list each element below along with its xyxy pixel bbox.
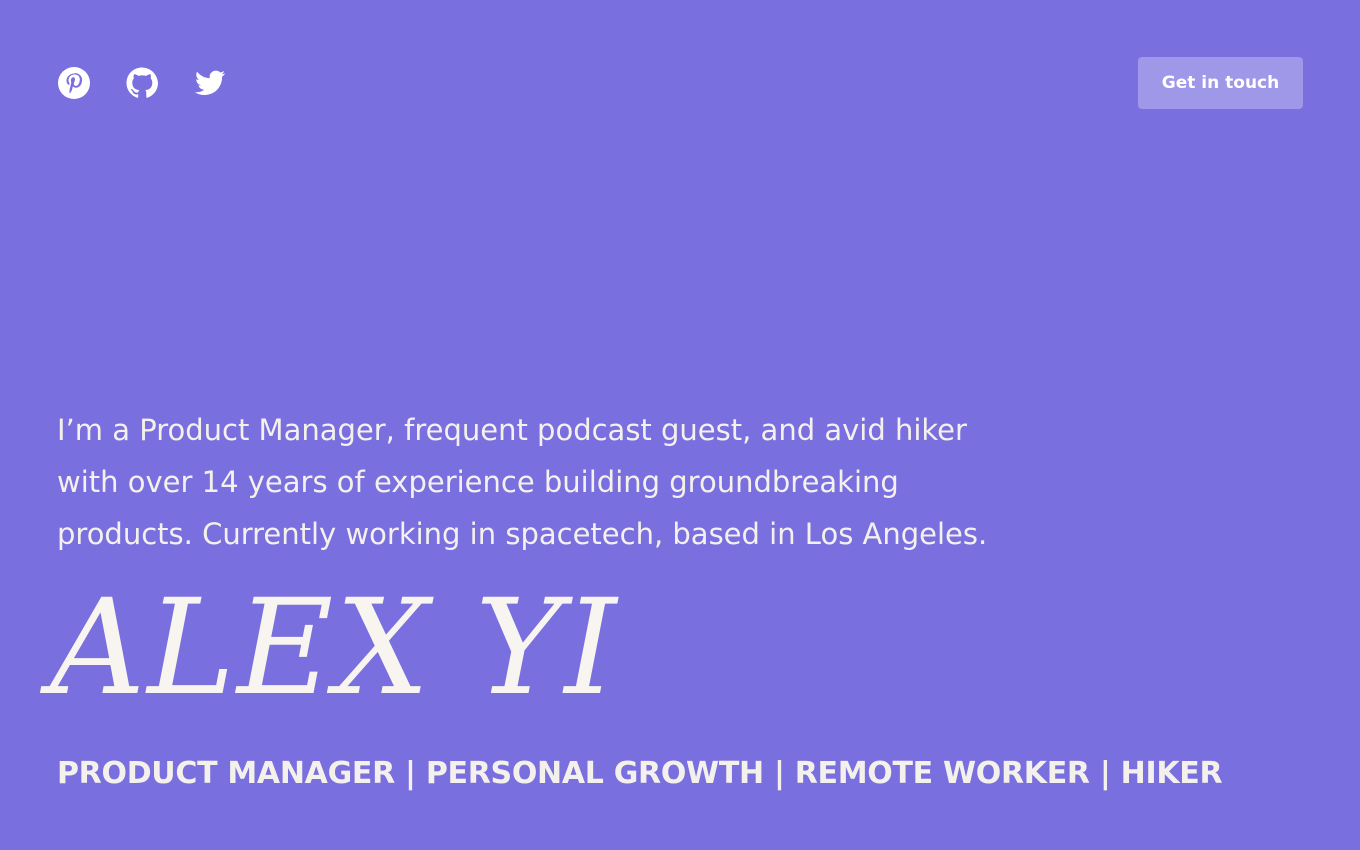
pinterest-link[interactable] [57,66,91,100]
intro-line: I’m a Product Manager, frequent podcast … [57,413,967,447]
tagline: PRODUCT MANAGER | PERSONAL GROWTH | REMO… [57,756,1223,791]
twitter-link[interactable] [193,66,227,100]
github-link[interactable] [125,66,159,100]
intro-line: products. Currently working in spacetech… [57,517,988,551]
pinterest-icon [58,67,90,99]
hero-name: ALEX YI [50,571,619,725]
intro-paragraph: I’m a Product Manager, frequent podcast … [57,404,1067,560]
get-in-touch-button[interactable]: Get in touch [1138,57,1303,109]
github-icon [126,67,158,98]
top-bar: Get in touch [57,57,1303,109]
intro-line: with over 14 years of experience buildin… [57,465,899,499]
twitter-icon [195,70,226,95]
social-links [57,66,227,100]
